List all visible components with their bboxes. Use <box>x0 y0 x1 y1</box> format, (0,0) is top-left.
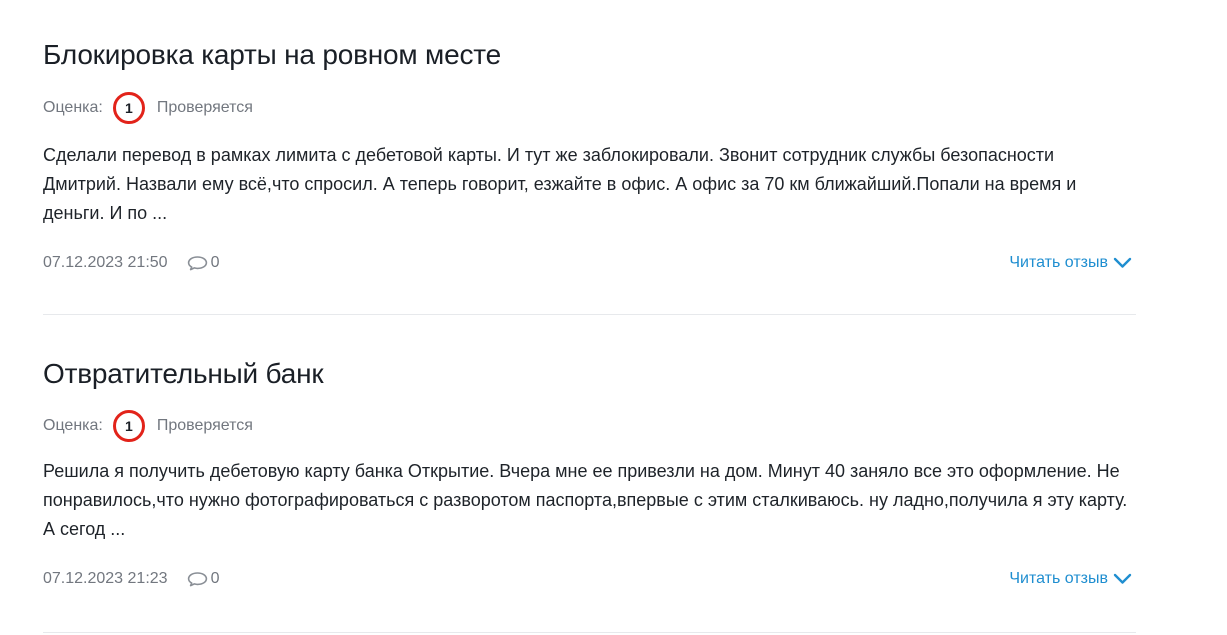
rating-badge: 1 <box>112 92 145 124</box>
chevron-down-icon <box>1113 257 1132 268</box>
status-text: Проверяется <box>156 417 253 434</box>
review-date: 07.12.2023 21:23 <box>43 570 168 587</box>
review-text: Сделали перевод в рамках лимита с дебето… <box>43 145 1077 223</box>
read-review-label: Читать отзыв <box>1009 254 1108 271</box>
review-meta: 07.12.2023 21:23 0 Читать отзыв <box>43 566 1136 592</box>
read-review-link[interactable]: Читать отзыв <box>1009 566 1132 592</box>
rating-row: Оценка: 1 Проверяется <box>43 408 253 444</box>
rating-row: Оценка: 1 Проверяется <box>43 90 253 126</box>
comments-count: 0 <box>210 254 220 271</box>
review-title[interactable]: Отвратительный банк <box>43 355 324 393</box>
status-text: Проверяется <box>156 99 253 116</box>
rating-label: Оценка: <box>43 99 103 116</box>
review-title[interactable]: Блокировка карты на ровном месте <box>43 36 501 74</box>
review-meta: 07.12.2023 21:50 0 Читать отзыв <box>43 250 1136 276</box>
rating-label: Оценка: <box>43 417 103 434</box>
comments-counter[interactable]: 0 <box>187 570 220 588</box>
review-text: Решила я получить дебетовую карту банка … <box>43 461 1128 539</box>
divider <box>43 632 1136 633</box>
comments-count: 0 <box>210 570 220 587</box>
rating-badge: 1 <box>112 410 145 442</box>
speech-bubble-icon <box>187 572 207 587</box>
comments-counter[interactable]: 0 <box>187 254 220 272</box>
chevron-down-icon <box>1113 573 1132 584</box>
read-review-label: Читать отзыв <box>1009 570 1108 587</box>
divider <box>43 314 1136 315</box>
review-date: 07.12.2023 21:50 <box>43 254 168 271</box>
speech-bubble-icon <box>187 256 207 271</box>
read-review-link[interactable]: Читать отзыв <box>1009 250 1132 276</box>
